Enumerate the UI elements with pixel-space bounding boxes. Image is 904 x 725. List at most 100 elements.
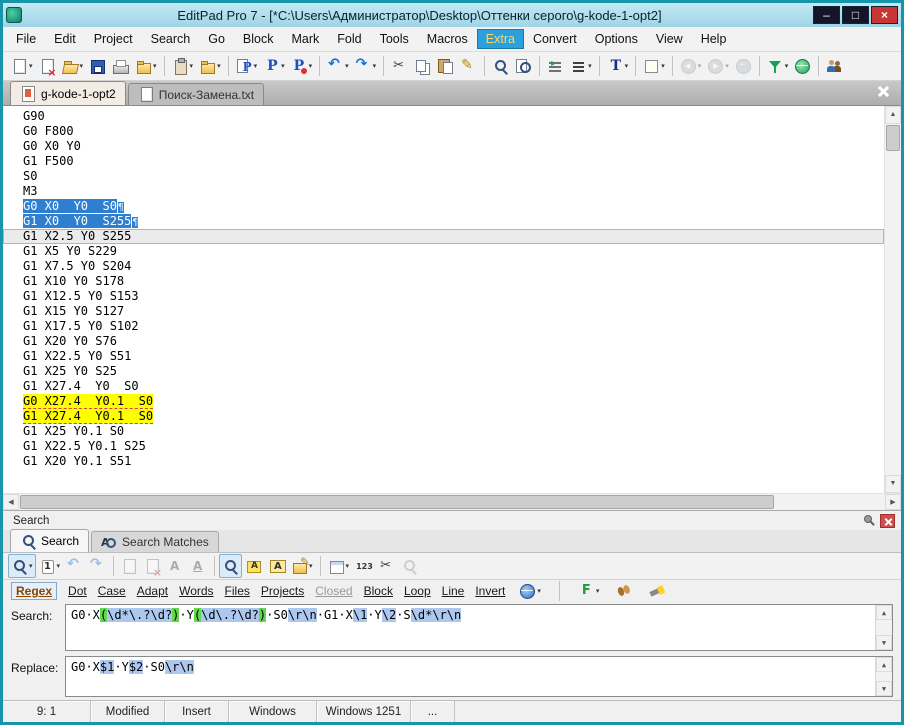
- option-block[interactable]: Block: [364, 584, 393, 598]
- spin-up-icon[interactable]: ▲: [876, 605, 892, 620]
- undo-button[interactable]: ▾: [324, 54, 352, 78]
- editor-line[interactable]: G1 X15 Y0 S127: [3, 304, 884, 319]
- option-line[interactable]: Line: [442, 584, 465, 598]
- editor-line[interactable]: G1 X22.5 Y0 S51: [3, 349, 884, 364]
- replace-all-button[interactable]: ▾: [288, 554, 316, 578]
- highlight-matches-button[interactable]: [242, 554, 265, 578]
- editor-line[interactable]: G1 X2.5 Y0 S255: [3, 229, 884, 244]
- option-loop[interactable]: Loop: [404, 584, 431, 598]
- search-action-button[interactable]: ▾: [8, 554, 36, 578]
- export-button[interactable]: ▾: [196, 54, 224, 78]
- editor-line[interactable]: G1 X17.5 Y0 S102: [3, 319, 884, 334]
- option-invert[interactable]: Invert: [475, 584, 505, 598]
- editor-line[interactable]: G1 X25 Y0 S25: [3, 364, 884, 379]
- editor-line[interactable]: G1 X27.4 Y0.1 S0: [3, 409, 884, 424]
- cut-button[interactable]: [388, 54, 411, 78]
- cut-matches-button[interactable]: [375, 554, 398, 578]
- menu-view[interactable]: View: [647, 29, 692, 49]
- pin-icon[interactable]: [860, 512, 877, 529]
- editor-line[interactable]: M3: [3, 184, 884, 199]
- option-regex[interactable]: Regex: [11, 582, 58, 600]
- find-first-button[interactable]: [219, 554, 243, 578]
- option-adapt[interactable]: Adapt: [137, 584, 168, 598]
- editor-line[interactable]: G0 X0 Y0 S0¶: [3, 199, 884, 214]
- menu-project[interactable]: Project: [85, 29, 142, 49]
- close-file-button[interactable]: [36, 54, 59, 79]
- search-panel-tab[interactable]: Search: [10, 529, 90, 552]
- spin-up-icon[interactable]: ▲: [876, 657, 892, 672]
- scroll-down-icon[interactable]: ▼: [885, 475, 901, 493]
- menu-fold[interactable]: Fold: [328, 29, 370, 49]
- spin-down-icon[interactable]: ▼: [876, 681, 892, 696]
- search-files-button[interactable]: [512, 54, 535, 78]
- save-button[interactable]: [86, 54, 109, 78]
- editor-line[interactable]: S0: [3, 169, 884, 184]
- menu-file[interactable]: File: [7, 29, 45, 49]
- menu-convert[interactable]: Convert: [524, 29, 586, 49]
- forum-button[interactable]: [823, 54, 846, 78]
- search-button[interactable]: [489, 54, 512, 78]
- editor-vscrollbar[interactable]: ▲ ▼: [884, 106, 901, 493]
- scroll-right-icon[interactable]: ▶: [885, 494, 901, 510]
- document-tab[interactable]: g-kode-1-opt2: [10, 81, 126, 105]
- regex-flashlight-button[interactable]: [647, 579, 670, 603]
- help-web-button[interactable]: [791, 54, 814, 78]
- debug-regex-button[interactable]: [613, 579, 636, 603]
- open-project-button[interactable]: ▾: [233, 54, 261, 78]
- close-editor-icon[interactable]: [873, 81, 895, 103]
- scroll-left-icon[interactable]: ◀: [3, 494, 19, 510]
- menu-help[interactable]: Help: [692, 29, 736, 49]
- option-case[interactable]: Case: [98, 584, 126, 598]
- close-button[interactable]: ×: [871, 6, 898, 24]
- search-input[interactable]: G0·X(\d*\.?\d?)·Y(\d\.?\d?)·S0\r\n·G1·X\…: [65, 604, 893, 651]
- editor-line[interactable]: G0 X0 Y0: [3, 139, 884, 154]
- favorites-button[interactable]: ▾: [132, 54, 160, 78]
- font-button[interactable]: ▾: [604, 54, 632, 78]
- editor-line[interactable]: G1 X22.5 Y0.1 S25: [3, 439, 884, 454]
- menu-edit[interactable]: Edit: [45, 29, 85, 49]
- editor-line[interactable]: G1 F500: [3, 154, 884, 169]
- menu-extra[interactable]: Extra: [476, 29, 524, 49]
- indent-button[interactable]: [544, 54, 567, 78]
- menu-options[interactable]: Options: [586, 29, 647, 49]
- editor-line[interactable]: G90: [3, 109, 884, 124]
- vscroll-thumb[interactable]: [886, 125, 900, 151]
- search-favorites-button[interactable]: ▾: [575, 579, 603, 603]
- option-projects[interactable]: Projects: [261, 584, 304, 598]
- open-file-button[interactable]: ▾: [59, 54, 87, 78]
- search-input-scrollbar[interactable]: ▲ ▼: [875, 605, 892, 650]
- menu-go[interactable]: Go: [199, 29, 234, 49]
- paste-button[interactable]: [434, 54, 457, 78]
- count-matches-button[interactable]: [352, 554, 375, 578]
- search-scope-button[interactable]: ▾: [36, 554, 64, 578]
- columns-button[interactable]: ▾: [325, 554, 353, 578]
- editor-line[interactable]: G1 X0 Y0 S255¶: [3, 214, 884, 229]
- editor-hscrollbar[interactable]: ◀ ▶: [3, 493, 901, 510]
- editor-line[interactable]: G1 X25 Y0.1 S0: [3, 424, 884, 439]
- filter-button[interactable]: ▾: [764, 54, 792, 78]
- redo-button[interactable]: ▾: [352, 54, 380, 78]
- option-dot[interactable]: Dot: [68, 584, 87, 598]
- scheme-button[interactable]: ▾: [516, 579, 544, 603]
- save-project-button[interactable]: ▾: [260, 54, 288, 78]
- minimize-button[interactable]: –: [813, 6, 840, 24]
- option-files[interactable]: Files: [225, 584, 250, 598]
- clipboard-file-button[interactable]: ▾: [169, 54, 197, 78]
- close-panel-icon[interactable]: [880, 513, 895, 528]
- menu-block[interactable]: Block: [234, 29, 283, 49]
- edit-button[interactable]: [457, 54, 480, 78]
- editor-line[interactable]: G1 X12.5 Y0 S153: [3, 289, 884, 304]
- editor-line[interactable]: G1 X27.4 Y0 S0: [3, 379, 884, 394]
- close-project-button[interactable]: ▾: [288, 54, 316, 78]
- insert-symbol-button[interactable]: ▾: [640, 54, 668, 78]
- new-file-button[interactable]: ▾: [8, 54, 36, 78]
- editor-line[interactable]: G1 X7.5 Y0 S204: [3, 259, 884, 274]
- menu-tools[interactable]: Tools: [371, 29, 418, 49]
- editor-line[interactable]: G1 X5 Y0 S229: [3, 244, 884, 259]
- maximize-button[interactable]: □: [842, 6, 869, 24]
- copy-button[interactable]: [411, 54, 434, 78]
- title-bar[interactable]: EditPad Pro 7 - [*C:\Users\Администратор…: [3, 3, 901, 27]
- editor-line[interactable]: G1 X20 Y0.1 S51: [3, 454, 884, 469]
- editor-line[interactable]: G0 F800: [3, 124, 884, 139]
- scroll-up-icon[interactable]: ▲: [885, 106, 901, 124]
